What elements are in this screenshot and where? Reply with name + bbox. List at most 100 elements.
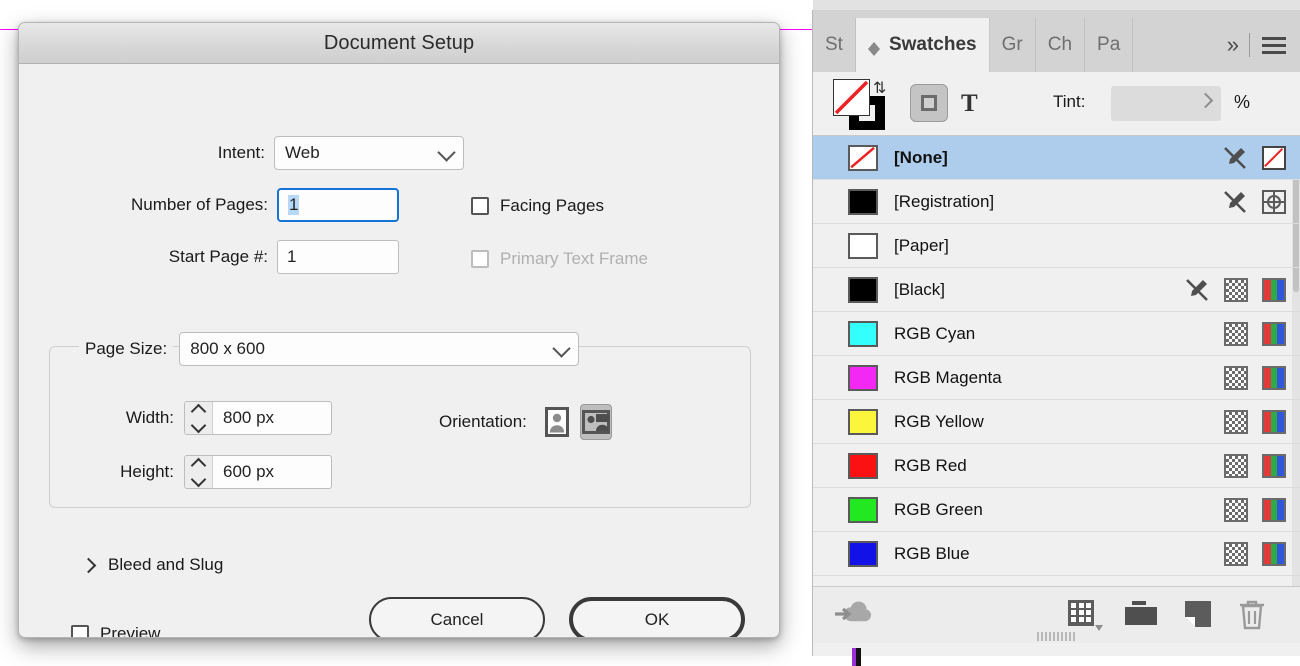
width-stepper[interactable]: 800 px <box>184 401 332 435</box>
chevron-right-icon <box>80 557 97 573</box>
swatch-row-icons <box>1224 356 1286 400</box>
swatch-row[interactable]: RGB Red <box>813 444 1300 488</box>
swatch-row[interactable]: [Paper] <box>813 224 1300 268</box>
facing-pages-row[interactable]: Facing Pages <box>471 196 604 216</box>
tab-styles[interactable]: St <box>813 18 856 72</box>
page-size-select[interactable]: 800 x 600 <box>179 332 580 366</box>
tab-character[interactable]: Ch <box>1035 18 1086 72</box>
facing-pages-checkbox[interactable] <box>471 197 489 215</box>
preview-row[interactable]: Preview <box>71 624 160 637</box>
height-row: Height: 600 px <box>19 455 332 489</box>
swatch-row[interactable]: [Black] <box>813 268 1300 312</box>
swatch-color-chip <box>848 452 878 479</box>
cloud-upload-icon[interactable] <box>833 599 875 629</box>
swap-fill-stroke-icon[interactable]: ⇅ <box>873 78 886 98</box>
registration-target-icon <box>1262 190 1286 214</box>
tab-gradient[interactable]: Gr <box>989 18 1036 72</box>
new-color-group-icon[interactable] <box>1067 599 1103 631</box>
overflow-chevrons-icon[interactable]: » <box>1227 32 1239 58</box>
bleed-and-slug-disclosure[interactable]: Bleed and Slug <box>80 555 224 575</box>
height-stepper-buttons[interactable] <box>185 456 213 488</box>
screen: Document Setup Intent: Web Number of Pag… <box>0 0 1300 666</box>
swatch-row-icons <box>1224 444 1286 488</box>
width-value: 800 px <box>223 408 275 427</box>
swatch-row[interactable]: RGB Magenta <box>813 356 1300 400</box>
panel-toolbar: ⇅ T Tint: % <box>813 72 1300 136</box>
page-size-label: Page Size: <box>79 339 174 359</box>
page-title: Document Setup <box>323 31 475 54</box>
height-label: Height: <box>120 462 174 481</box>
portrait-icon <box>544 407 569 437</box>
chevron-down-icon[interactable] <box>190 471 207 487</box>
delete-swatch-icon[interactable] <box>1237 599 1267 631</box>
number-of-pages-label: Number of Pages: <box>130 195 268 214</box>
swatch-name: [Black] <box>894 279 946 299</box>
cancel-button[interactable]: Cancel <box>369 597 545 637</box>
page-size-row: Page Size: 800 x 600 <box>79 332 580 366</box>
swatch-row-icons <box>1224 312 1286 356</box>
tint-unit-label: % <box>1234 92 1251 112</box>
no-edit-pen-icon <box>1186 279 1208 301</box>
swatch-row[interactable]: RGB Cyan <box>813 312 1300 356</box>
tint-checker-icon <box>1224 366 1248 390</box>
panel-menu-icon[interactable] <box>1262 36 1286 54</box>
height-stepper[interactable]: 600 px <box>184 455 332 489</box>
chevron-up-icon[interactable] <box>190 403 207 419</box>
chevron-down-icon[interactable] <box>190 417 207 433</box>
intent-label: Intent: <box>217 143 265 162</box>
no-edit-pen-icon <box>1224 191 1246 213</box>
swatch-list[interactable]: [None] [Registration] [Paper] [Black] RGB Cy… <box>813 136 1300 586</box>
swatch-name: [Paper] <box>894 235 949 255</box>
tint-input[interactable] <box>1111 86 1221 121</box>
width-stepper-buttons[interactable] <box>185 402 213 434</box>
new-swatch-icon[interactable] <box>1183 599 1213 629</box>
none-slash-icon <box>850 146 875 168</box>
formatting-affects-container-button[interactable] <box>910 84 948 122</box>
swatch-row[interactable]: [Registration] <box>813 180 1300 224</box>
swatch-row[interactable]: [None] <box>813 136 1300 180</box>
tab-swatches[interactable]: Swatches <box>855 18 990 72</box>
page-size-select-value: 800 x 600 <box>190 339 265 358</box>
fill-stroke-control[interactable]: ⇅ <box>829 78 893 130</box>
swatch-row[interactable]: RGB Green <box>813 488 1300 532</box>
formatting-affects-text-button[interactable]: T <box>961 90 978 118</box>
primary-text-frame-checkbox <box>471 250 489 268</box>
ok-button[interactable]: OK <box>569 597 745 637</box>
preview-checkbox[interactable] <box>71 625 89 637</box>
no-edit-pen-icon <box>1224 147 1246 169</box>
swatch-row-icons <box>1222 180 1286 224</box>
tint-checker-icon <box>1224 454 1248 478</box>
rgb-color-mode-icon <box>1262 322 1286 346</box>
tint-checker-icon <box>1224 498 1248 522</box>
orientation-landscape-button[interactable] <box>579 404 612 440</box>
bleed-and-slug-label: Bleed and Slug <box>108 555 224 574</box>
swatch-row[interactable]: RGB Blue <box>813 532 1300 576</box>
none-indicator-icon <box>1262 146 1286 170</box>
panel-resize-grip[interactable] <box>1036 632 1077 641</box>
start-page-input[interactable]: 1 <box>277 240 399 274</box>
chevron-right-icon[interactable] <box>1197 92 1214 109</box>
swatch-color-chip <box>848 144 878 171</box>
rgb-color-mode-icon <box>1262 366 1286 390</box>
rgb-color-mode-icon <box>1262 542 1286 566</box>
swatch-row-icons <box>1184 268 1286 312</box>
swatch-row[interactable]: RGB Yellow <box>813 400 1300 444</box>
chevron-up-icon[interactable] <box>190 457 207 473</box>
swatch-name: RGB Red <box>894 455 967 475</box>
swatch-row-icons <box>1224 488 1286 532</box>
orientation-portrait-button[interactable] <box>541 404 573 440</box>
tab-paragraph[interactable]: Pa <box>1085 18 1134 72</box>
tint-checker-icon <box>1224 322 1248 346</box>
start-page-row: Start Page #: 1 <box>19 240 399 274</box>
number-of-pages-row: Number of Pages: 1 <box>19 188 399 222</box>
swatch-name: RGB Blue <box>894 543 970 563</box>
number-of-pages-input[interactable]: 1 <box>277 188 399 222</box>
document-setup-dialog: Document Setup Intent: Web Number of Pag… <box>18 22 780 638</box>
number-of-pages-value: 1 <box>288 195 300 215</box>
swatch-row-icons <box>1224 532 1286 576</box>
tab-swatches-label: Swatches <box>888 34 977 55</box>
tab-styles-label: St <box>825 34 843 55</box>
swatch-color-chip <box>848 232 878 259</box>
intent-select[interactable]: Web <box>274 136 464 170</box>
folder-icon[interactable] <box>1124 599 1158 627</box>
